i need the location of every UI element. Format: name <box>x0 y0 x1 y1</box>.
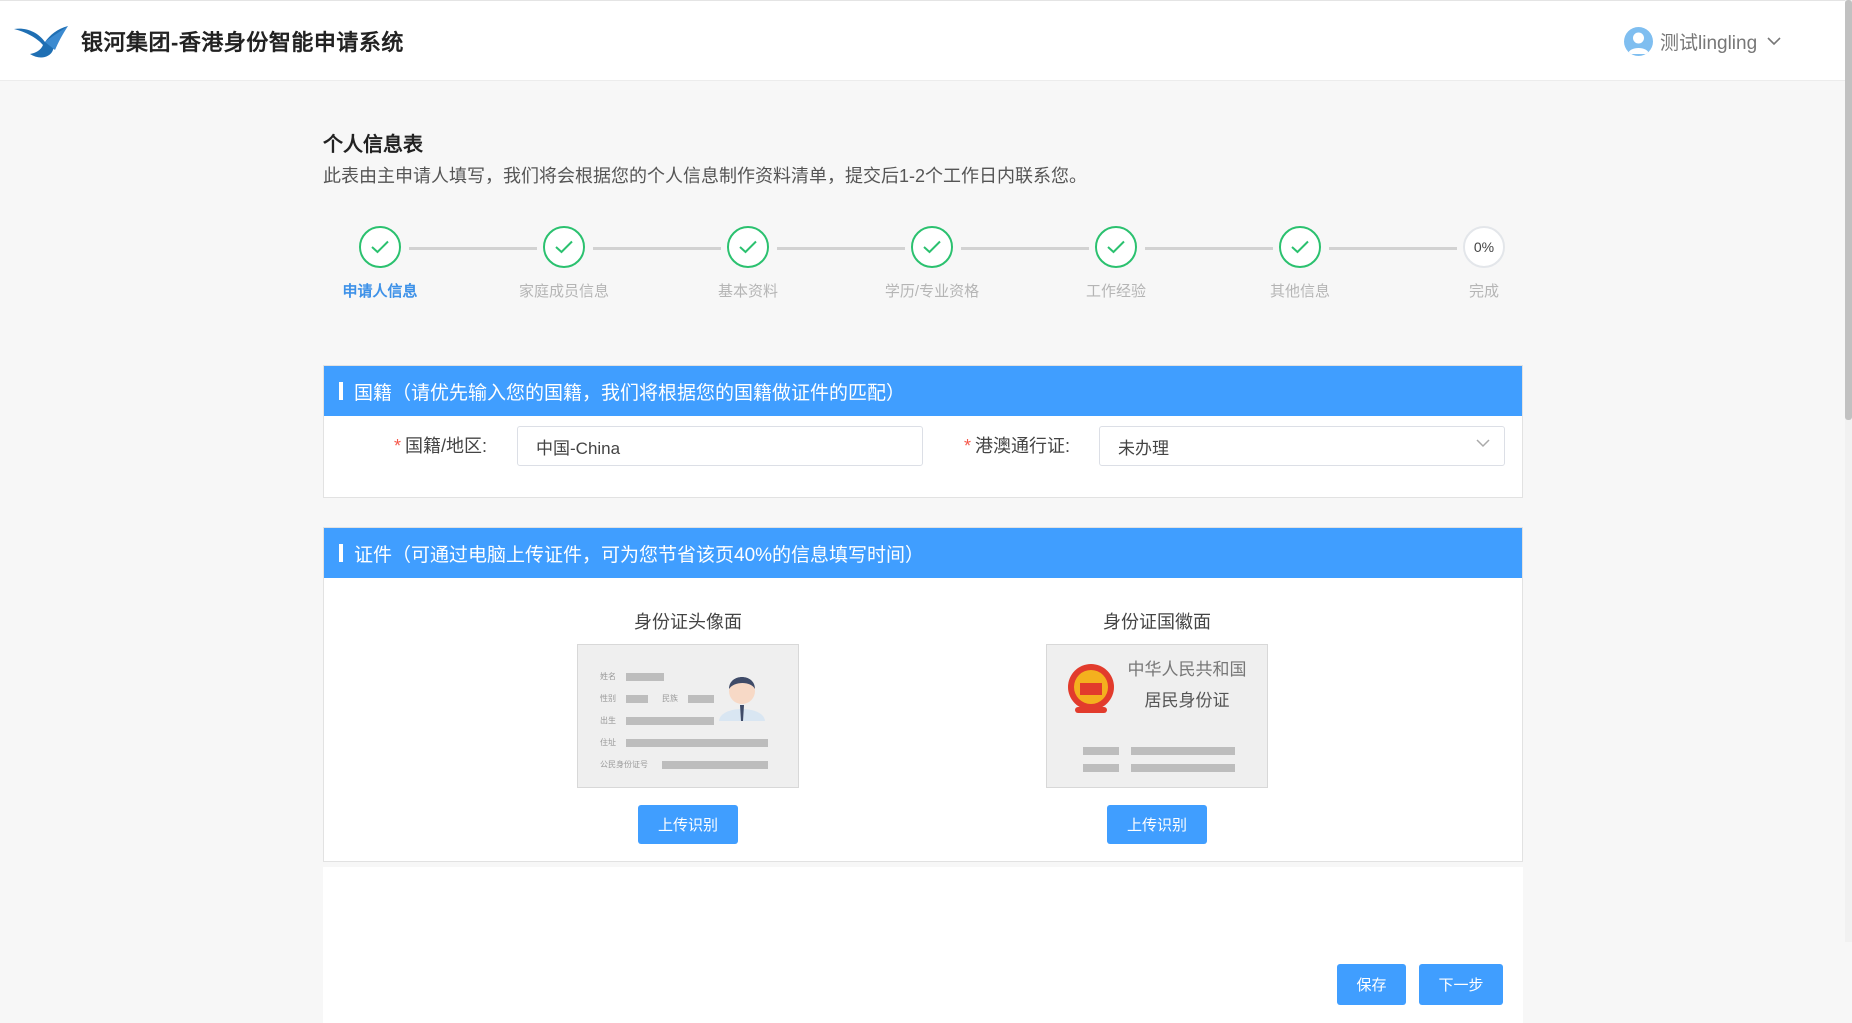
id-front-block: 身份证头像面 姓名 性别 民族 出生 住址 公民身份证号 上传识别 <box>576 608 800 844</box>
page: 银河集团-香港身份智能申请系统 测试lingling 个人信息表 此表由主申请人… <box>0 0 1845 1023</box>
document-panel-header: 证件（可通过电脑上传证件，可为您节省该页40%的信息填写时间） <box>324 528 1522 578</box>
id-field-gender: 性别 <box>600 693 616 703</box>
header-accent-bar <box>339 544 343 562</box>
id-field-id-number: 公民身份证号 <box>600 759 648 769</box>
save-button[interactable]: 保存 <box>1337 964 1406 1005</box>
step-complete[interactable]: 0% 完成 <box>1429 226 1539 301</box>
step-work-experience[interactable]: 工作经验 <box>1061 226 1171 301</box>
user-name: 测试lingling <box>1660 32 1758 54</box>
upload-back-button[interactable]: 上传识别 <box>1107 805 1207 844</box>
id-field-address: 住址 <box>600 737 616 747</box>
header-accent-bar <box>339 382 343 400</box>
required-mark: * <box>394 436 402 456</box>
top-navbar: 银河集团-香港身份智能申请系统 测试lingling <box>0 0 1845 81</box>
id-field-ethnicity: 民族 <box>662 693 678 703</box>
app-title: 银河集团-香港身份智能申请系统 <box>81 30 404 55</box>
form-title: 个人信息表 <box>323 134 423 156</box>
nationality-input[interactable]: 中国-China <box>517 426 923 466</box>
check-icon <box>727 226 769 268</box>
id-back-title: 身份证国徽面 <box>1103 612 1211 632</box>
id-back-illustration: 中华人民共和国 居民身份证 <box>1068 660 1247 772</box>
id-front-title: 身份证头像面 <box>634 612 742 632</box>
document-panel-title: 证件（可通过电脑上传证件，可为您节省该页40%的信息填写时间） <box>354 544 925 566</box>
id-front-illustration: 姓名 性别 民族 出生 住址 公民身份证号 <box>600 671 768 769</box>
upload-front-button[interactable]: 上传识别 <box>638 805 738 844</box>
progress-steps: 申请人信息 家庭成员信息 基本资料 学历/专业资格 工作经验 其他信息 0% 完… <box>323 226 1523 316</box>
next-button[interactable]: 下一步 <box>1419 964 1503 1005</box>
step-label: 基本资料 <box>717 283 778 300</box>
step-other-info[interactable]: 其他信息 <box>1245 226 1355 301</box>
step-family-members[interactable]: 家庭成员信息 <box>509 226 619 301</box>
step-label: 工作经验 <box>1085 283 1146 300</box>
check-icon <box>543 226 585 268</box>
national-emblem-icon <box>1068 664 1114 713</box>
step-label: 完成 <box>1468 283 1499 300</box>
id-field-birth: 出生 <box>600 715 616 725</box>
nationality-panel-title: 国籍（请优先输入您的国籍，我们将根据您的国籍做证件的匹配） <box>354 382 906 404</box>
chevron-down-icon <box>1476 439 1490 448</box>
action-bar: 保存 下一步 <box>323 867 1523 1023</box>
progress-percent: 0% <box>1463 226 1505 268</box>
check-icon <box>1095 226 1137 268</box>
chevron-down-icon <box>1767 36 1781 46</box>
permit-select[interactable]: 未办理 <box>1099 426 1505 466</box>
nationality-panel-header: 国籍（请优先输入您的国籍，我们将根据您的国籍做证件的匹配） <box>324 366 1522 416</box>
check-icon <box>911 226 953 268</box>
step-label: 申请人信息 <box>342 283 418 300</box>
step-label: 其他信息 <box>1269 283 1330 300</box>
step-education[interactable]: 学历/专业资格 <box>877 226 987 301</box>
nationality-panel: 国籍（请优先输入您的国籍，我们将根据您的国籍做证件的匹配） * 国籍/地区: 中国… <box>323 365 1523 498</box>
id-front-image: 姓名 性别 民族 出生 住址 公民身份证号 <box>577 644 799 788</box>
permit-label: * 港澳通行证: <box>964 432 1070 458</box>
nationality-label-text: 国籍/地区: <box>405 436 488 456</box>
permit-label-text: 港澳通行证: <box>975 436 1071 456</box>
step-label: 家庭成员信息 <box>518 283 609 300</box>
id-field-name: 姓名 <box>600 671 616 681</box>
scrollbar-thumb[interactable] <box>1845 0 1852 420</box>
form-description: 此表由主申请人填写，我们将会根据您的个人信息制作资料清单，提交后1-2个工作日内… <box>323 166 1088 186</box>
dolphin-logo-icon <box>14 26 68 58</box>
user-avatar-icon <box>1624 26 1653 56</box>
id-back-card-name: 居民身份证 <box>1145 691 1230 711</box>
step-applicant-info[interactable]: 申请人信息 <box>325 226 435 301</box>
document-panel: 证件（可通过电脑上传证件，可为您节省该页40%的信息填写时间） 身份证头像面 姓… <box>323 527 1523 862</box>
step-label: 学历/专业资格 <box>884 283 980 300</box>
id-back-block: 身份证国徽面 中华人民共和国 居民身份证 上传识别 <box>1045 608 1269 844</box>
vertical-scrollbar[interactable] <box>1845 0 1852 942</box>
id-back-image: 中华人民共和国 居民身份证 <box>1046 644 1268 788</box>
user-menu[interactable]: 测试lingling <box>1624 25 1781 57</box>
step-basic-info[interactable]: 基本资料 <box>693 226 803 301</box>
required-mark: * <box>964 436 972 456</box>
nationality-value: 中国-China <box>536 438 621 458</box>
check-icon <box>359 226 401 268</box>
permit-value: 未办理 <box>1118 438 1169 458</box>
check-icon <box>1279 226 1321 268</box>
nationality-label: * 国籍/地区: <box>394 432 487 458</box>
id-back-country: 中华人民共和国 <box>1128 660 1247 680</box>
